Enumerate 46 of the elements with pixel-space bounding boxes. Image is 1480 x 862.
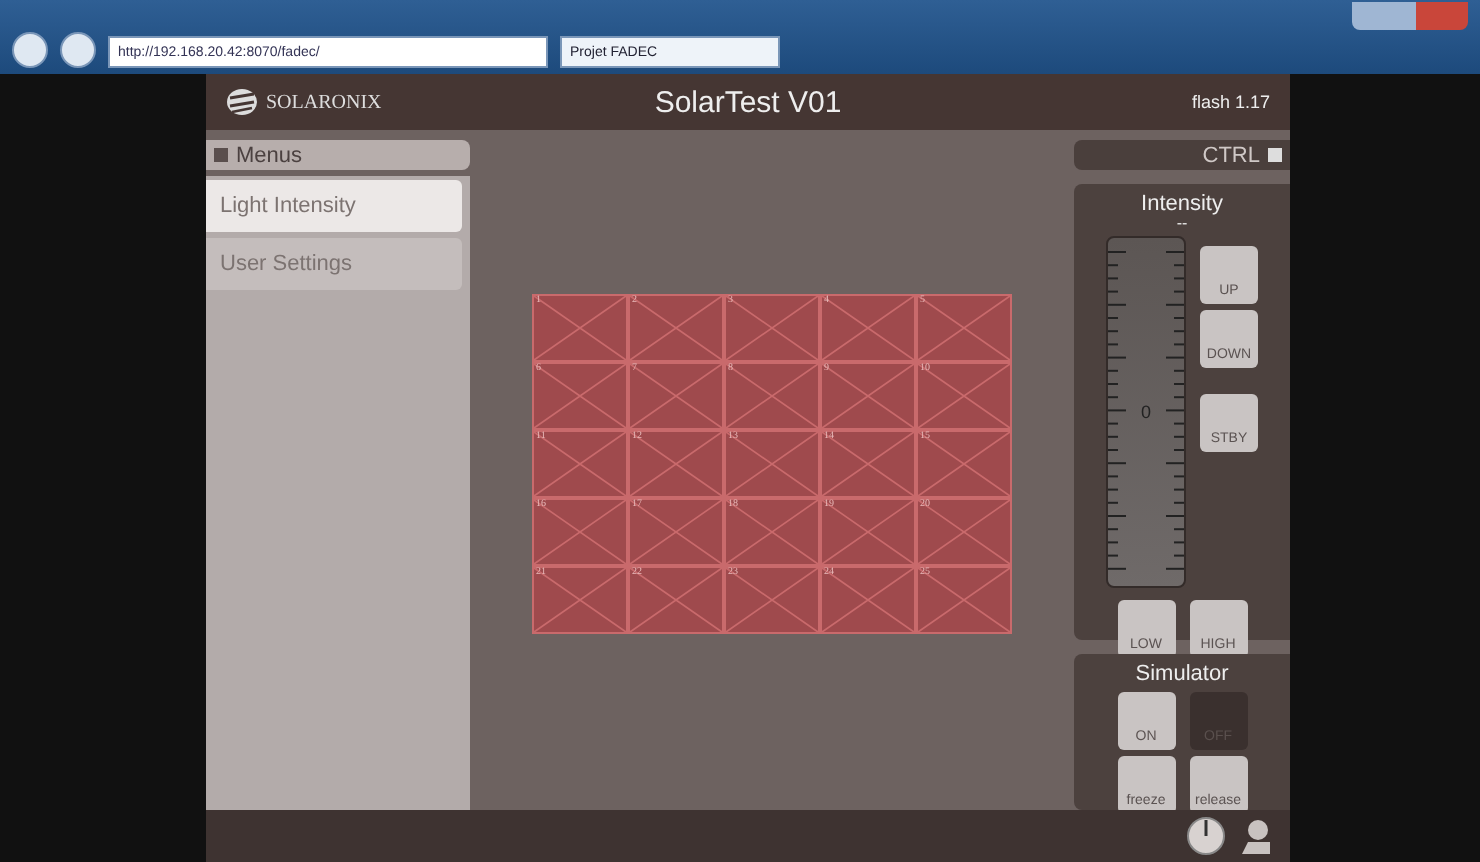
ctrl-label: CTRL bbox=[1202, 143, 1260, 167]
dial-icon[interactable] bbox=[1186, 816, 1226, 856]
logo-text: SOLARONIX bbox=[266, 91, 382, 113]
square-icon bbox=[1268, 148, 1282, 162]
light-tile[interactable] bbox=[724, 361, 820, 429]
square-icon bbox=[214, 148, 228, 162]
light-tile[interactable] bbox=[532, 361, 628, 429]
light-tile[interactable] bbox=[532, 429, 628, 497]
menus-label: Menus bbox=[236, 143, 303, 167]
light-tile[interactable] bbox=[724, 429, 820, 497]
version-label: flash 1.17 bbox=[1191, 92, 1271, 112]
light-tile[interactable] bbox=[820, 293, 916, 361]
app-title: SolarTest V01 bbox=[654, 85, 842, 119]
light-tile[interactable] bbox=[916, 361, 1012, 429]
light-tile[interactable] bbox=[916, 293, 1012, 361]
light-tile[interactable] bbox=[724, 497, 820, 565]
menu-item[interactable]: User Settings bbox=[206, 238, 462, 290]
light-tile[interactable] bbox=[820, 497, 916, 565]
ctrl-bar[interactable]: CTRL bbox=[1074, 140, 1290, 170]
light-tile[interactable] bbox=[820, 361, 916, 429]
light-tile[interactable] bbox=[532, 293, 628, 361]
scale-label: 0 bbox=[1140, 402, 1151, 422]
back-button[interactable] bbox=[12, 32, 48, 68]
light-tile[interactable] bbox=[916, 497, 1012, 565]
forward-button[interactable] bbox=[60, 32, 96, 68]
intensity-reading: -- bbox=[1176, 216, 1188, 232]
light-tile[interactable] bbox=[628, 429, 724, 497]
light-tile[interactable] bbox=[532, 497, 628, 565]
light-tile[interactable] bbox=[916, 565, 1012, 633]
panel-title: Simulator bbox=[1135, 662, 1229, 686]
window-controls-icon[interactable] bbox=[1352, 2, 1468, 30]
light-tile[interactable] bbox=[628, 361, 724, 429]
light-tile[interactable] bbox=[820, 565, 916, 633]
light-tile[interactable] bbox=[628, 565, 724, 633]
light-tile[interactable] bbox=[628, 293, 724, 361]
menus-bar[interactable]: Menus bbox=[206, 140, 470, 170]
light-tile[interactable] bbox=[724, 565, 820, 633]
light-tile[interactable] bbox=[820, 429, 916, 497]
menu-item[interactable]: Light Intensity bbox=[206, 180, 462, 232]
light-tile[interactable] bbox=[628, 497, 724, 565]
light-tile[interactable] bbox=[532, 565, 628, 633]
user-icon[interactable] bbox=[1238, 816, 1274, 856]
panel-title: Intensity bbox=[1141, 192, 1223, 216]
logo-icon bbox=[226, 88, 258, 116]
light-tile[interactable] bbox=[916, 429, 1012, 497]
light-tile[interactable] bbox=[724, 293, 820, 361]
